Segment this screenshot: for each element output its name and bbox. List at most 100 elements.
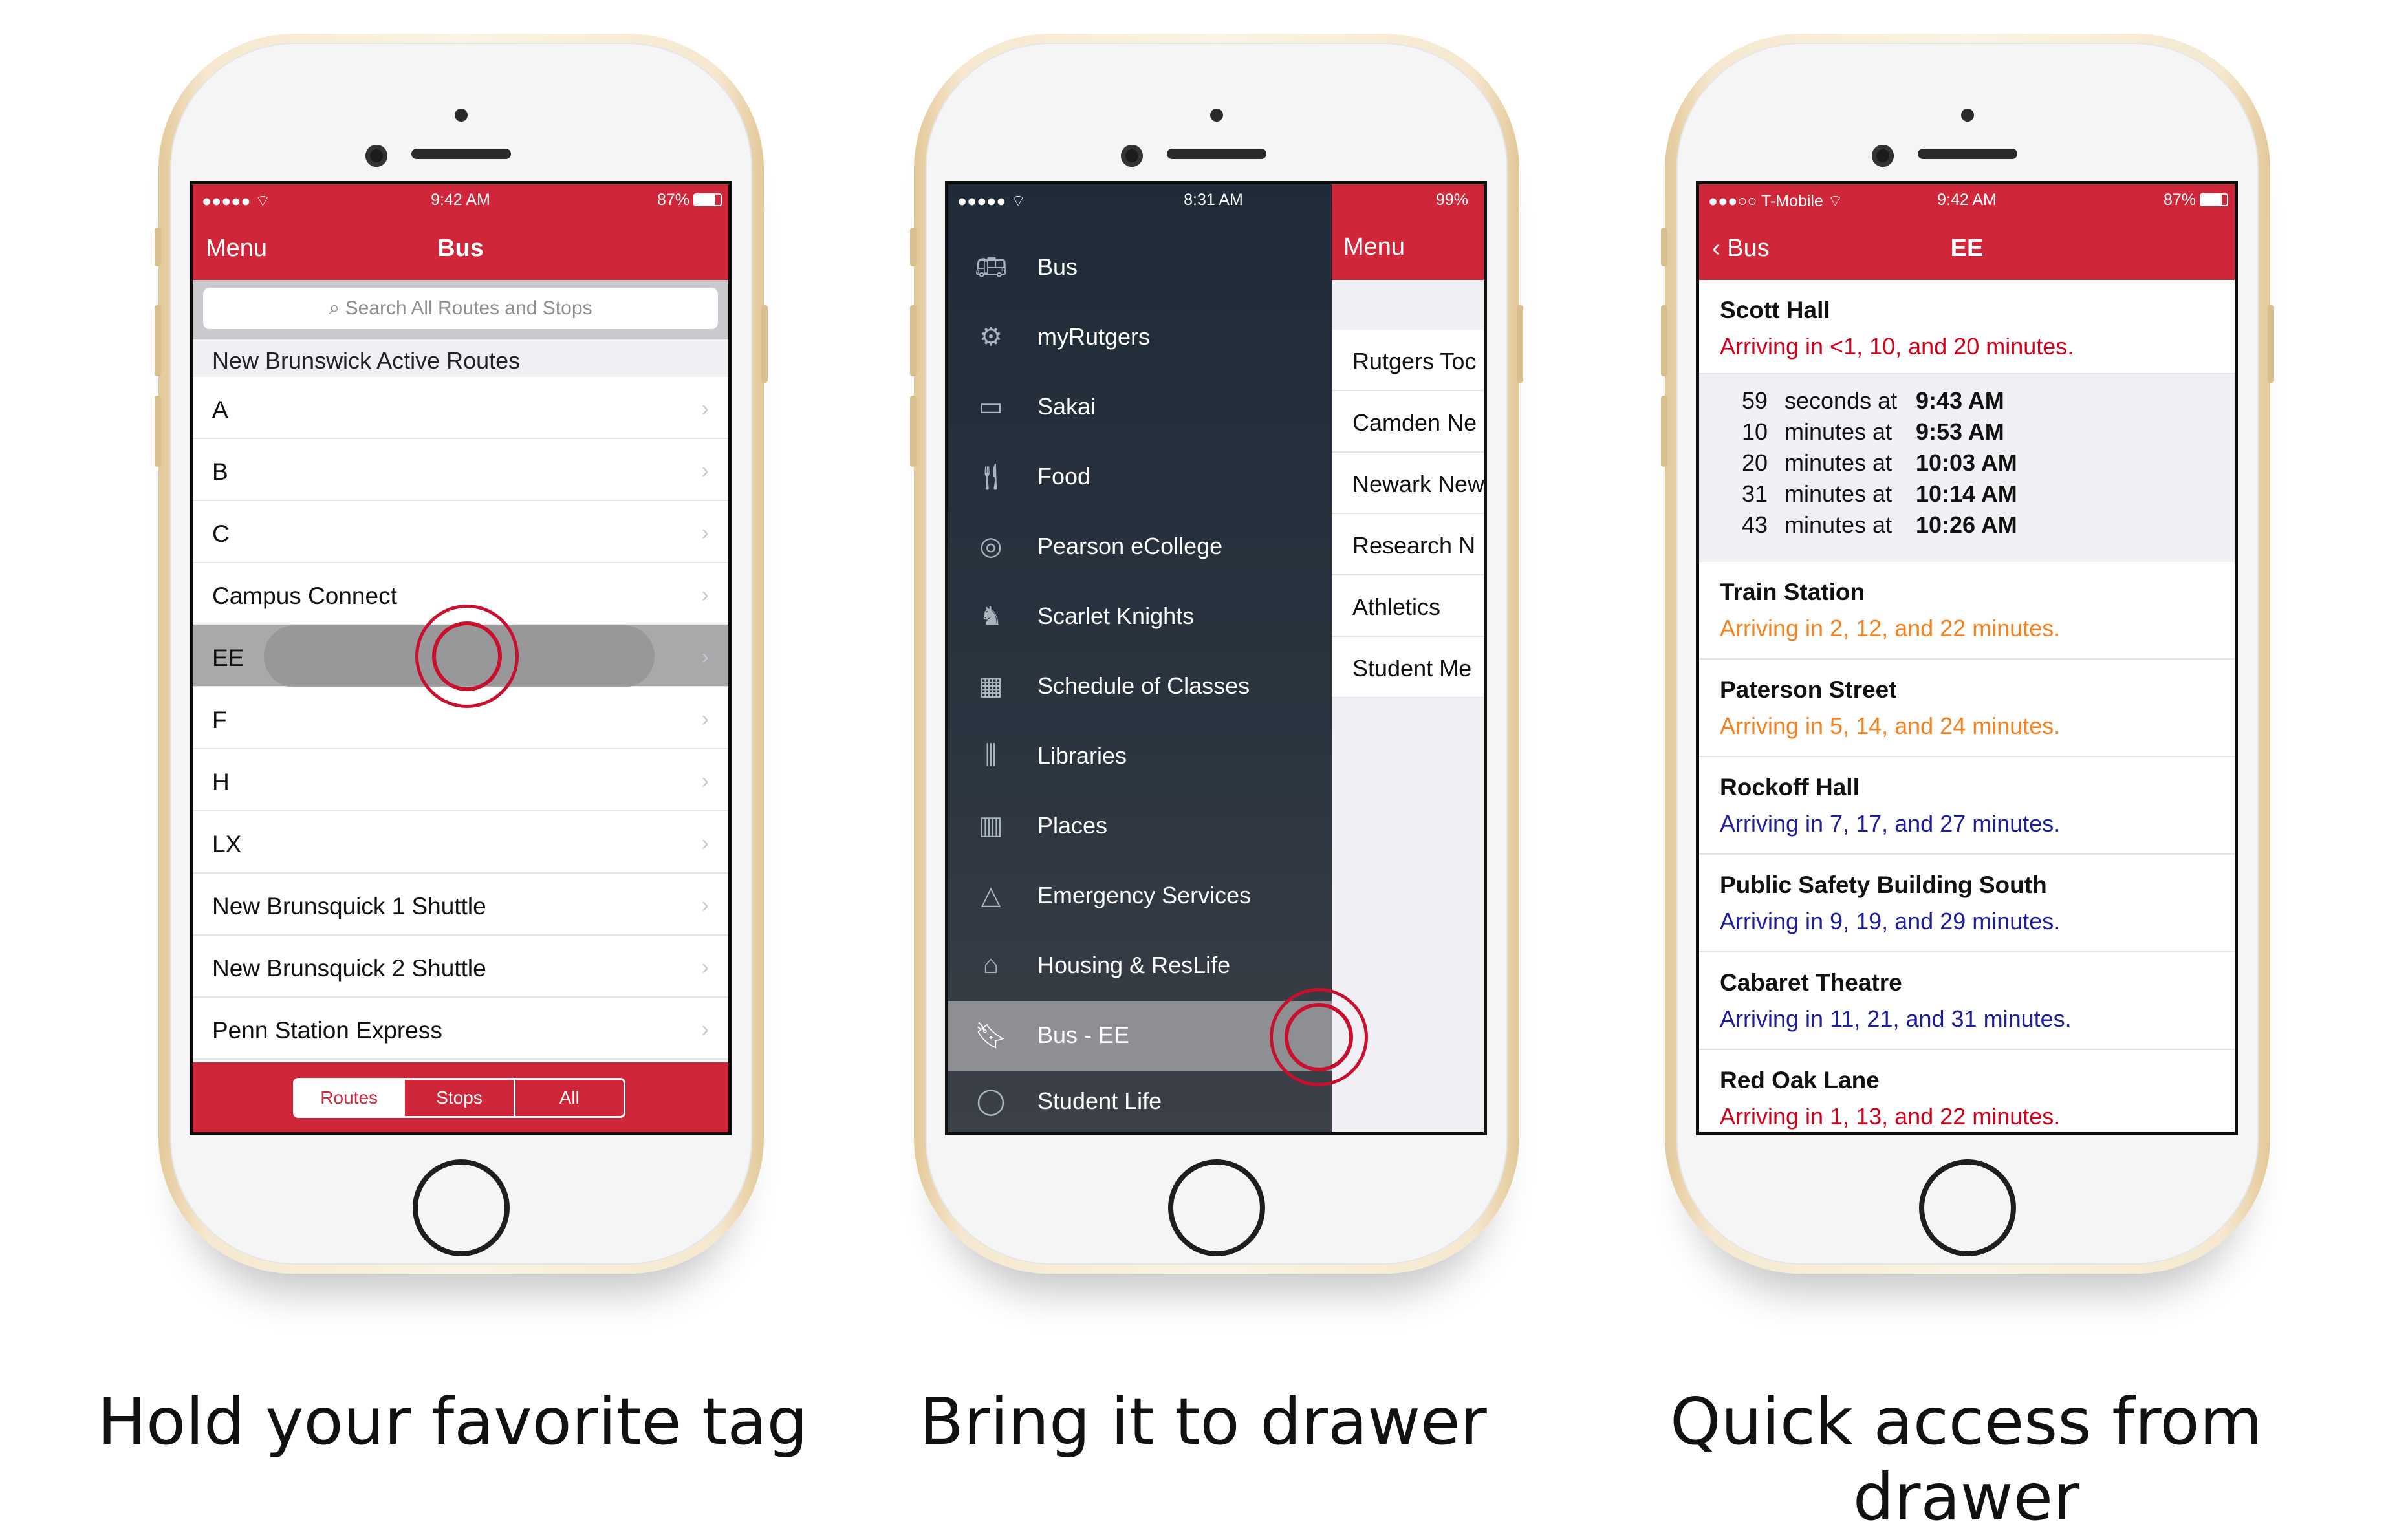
list-item[interactable]: Rutgers Toc — [1332, 330, 1484, 391]
stop-name: Public Safety Building South — [1720, 872, 2047, 898]
signal-indicator: ●●●●● ⌔ — [957, 192, 1026, 210]
list-item[interactable]: Newark New — [1332, 453, 1484, 514]
routes-list: A › B › C › Campus Connect › EE › F › H › LX › N… — [193, 377, 728, 1060]
screen-route-ee: ●●●○○ T-Mobile ⌔ 9:42 AM 87% ‹ Bus EE Sc… — [1696, 181, 2238, 1135]
drawer-item-myrutgers[interactable]: ⚙ myRutgers — [948, 303, 1332, 372]
drawer-item-bus[interactable]: 🚌︎ Bus — [948, 233, 1332, 303]
stop-arrival: Arriving in 7, 17, and 27 minutes. — [1720, 810, 2061, 837]
menu-button[interactable]: Menu — [1343, 233, 1405, 261]
stop-row[interactable]: Rockoff Hall Arriving in 7, 17, and 27 m… — [1699, 757, 2235, 855]
tab-routes[interactable]: Routes — [295, 1080, 404, 1116]
phone-3: ●●●○○ T-Mobile ⌔ 9:42 AM 87% ‹ Bus EE Sc… — [1661, 34, 2274, 1274]
proximity-sensor — [1210, 109, 1223, 122]
drawer-item-food[interactable]: 🍴︎ Food — [948, 442, 1332, 512]
search-input[interactable]: ⌕ Search All Routes and Stops — [203, 288, 718, 329]
drawer-item-libraries[interactable]: ⫼ Libraries — [948, 722, 1332, 791]
drawer-item-pearson[interactable]: ◎ Pearson eCollege — [948, 512, 1332, 582]
screen-drawer: 99% Menu Rutgers Toc Camden Ne Newark Ne… — [945, 181, 1487, 1135]
route-label: EE — [212, 645, 244, 671]
battery-percent: 87% — [2163, 191, 2196, 209]
route-row[interactable]: F › — [193, 687, 728, 749]
route-row[interactable]: A › — [193, 377, 728, 439]
tab-all[interactable]: All — [513, 1080, 624, 1116]
stop-row[interactable]: Train Station Arriving in 2, 12, and 22 … — [1699, 562, 2235, 660]
stop-name: Train Station — [1720, 579, 1865, 605]
list-item[interactable]: Athletics — [1332, 575, 1484, 637]
screen-bus-routes: ●●●●● ⌔ 9:42 AM 87% Menu Bus ⌕ Search Al… — [190, 181, 732, 1135]
drawer-item-student-life[interactable]: ◯ Student Life — [948, 1067, 1332, 1132]
front-camera — [1872, 145, 1894, 167]
route-label: H — [212, 769, 230, 795]
battery-icon — [2200, 193, 2228, 206]
stop-row[interactable]: Scott Hall Arriving in <1, 10, and 20 mi… — [1699, 280, 2235, 374]
mute-switch — [1661, 228, 1667, 266]
stop-row[interactable]: Cabaret Theatre Arriving in 11, 21, and … — [1699, 952, 2235, 1050]
status-bar: ●●●●● ⌔ 9:42 AM 87% — [193, 184, 728, 217]
front-camera — [365, 145, 387, 167]
volume-up-button — [155, 305, 161, 376]
segmented-control: Routes Stops All — [293, 1078, 625, 1118]
drawer-item-schedule[interactable]: ▦ Schedule of Classes — [948, 652, 1332, 722]
caption-hold: Hold your favorite tag — [97, 1384, 808, 1459]
chevron-right-icon: › — [701, 521, 709, 545]
chevron-right-icon: › — [701, 583, 709, 607]
stop-name: Paterson Street — [1720, 676, 1897, 703]
chevron-right-icon: › — [701, 458, 709, 483]
front-camera — [1121, 145, 1143, 167]
route-row[interactable]: New Brunsquick 2 Shuttle › — [193, 936, 728, 998]
pearson-icon: ◎ — [979, 532, 1003, 561]
volume-up-button — [910, 305, 917, 376]
route-label: A — [212, 396, 228, 423]
home-button[interactable] — [413, 1159, 510, 1256]
touch-indicator-inner — [432, 621, 502, 691]
route-label: C — [212, 521, 230, 547]
chevron-right-icon: › — [701, 893, 709, 918]
battery-icon — [693, 193, 722, 206]
chevron-right-icon: › — [701, 1017, 709, 1042]
schedule-row: 59 seconds at 9:43 AM — [1742, 387, 2004, 414]
stop-row[interactable]: Paterson Street Arriving in 5, 14, and 2… — [1699, 660, 2235, 757]
route-row[interactable]: LX › — [193, 811, 728, 874]
nav-title: Bus — [437, 235, 484, 262]
stop-arrival: Arriving in <1, 10, and 20 minutes. — [1720, 333, 2074, 360]
chevron-right-icon: › — [701, 396, 709, 421]
tab-stops[interactable]: Stops — [403, 1080, 513, 1116]
main-content-peek: 99% Menu Rutgers Toc Camden Ne Newark Ne… — [1332, 184, 1484, 1132]
stop-row[interactable]: Red Oak Lane Arriving in 1, 13, and 22 m… — [1699, 1050, 2235, 1132]
schedule-row: 20 minutes at 10:03 AM — [1742, 449, 2017, 476]
drawer-item-places[interactable]: ▥ Places — [948, 791, 1332, 861]
route-row[interactable]: B › — [193, 439, 728, 501]
volume-down-button — [1661, 396, 1667, 467]
earpiece-speaker — [1918, 149, 2017, 159]
search-bar: ⌕ Search All Routes and Stops — [193, 280, 728, 339]
route-label: B — [212, 458, 228, 485]
status-time: 9:42 AM — [431, 191, 490, 209]
route-row[interactable]: C › — [193, 501, 728, 563]
chevron-right-icon: › — [701, 707, 709, 731]
caption-quick-access: Quick access from drawer — [1669, 1384, 2262, 1535]
route-row[interactable]: H › — [193, 749, 728, 811]
sakai-icon: ▭ — [979, 392, 1003, 421]
proximity-sensor — [455, 109, 468, 122]
drawer-item-sakai[interactable]: ▭ Sakai — [948, 372, 1332, 442]
drawer-item-scarlet-knights[interactable]: ♞ Scarlet Knights — [948, 582, 1332, 652]
schedule-row: 43 minutes at 10:26 AM — [1742, 511, 2017, 538]
home-button[interactable] — [1168, 1159, 1265, 1256]
route-row[interactable]: Penn Station Express › — [193, 998, 728, 1060]
list-item[interactable]: Student Me — [1332, 637, 1484, 698]
search-icon: ⌕ — [329, 297, 345, 319]
route-row-held[interactable]: EE › — [193, 605, 728, 708]
route-label: Penn Station Express — [212, 1017, 442, 1044]
drawer-item-emergency[interactable]: △ Emergency Services — [948, 861, 1332, 931]
nav-bar: ‹ Bus EE — [1699, 217, 2235, 280]
caption-bring: Bring it to drawer — [919, 1384, 1487, 1459]
stop-arrival: Arriving in 2, 12, and 22 minutes. — [1720, 615, 2061, 641]
route-row[interactable]: New Brunsquick 1 Shuttle › — [193, 874, 728, 936]
stop-row[interactable]: Public Safety Building South Arriving in… — [1699, 855, 2235, 952]
power-button — [1517, 305, 1523, 383]
news-list: Rutgers Toc Camden Ne Newark New Researc… — [1332, 330, 1484, 698]
home-button[interactable] — [1919, 1159, 2016, 1256]
list-item[interactable]: Camden Ne — [1332, 391, 1484, 453]
drawer-item-housing[interactable]: ⌂ Housing & ResLife — [948, 931, 1332, 1001]
list-item[interactable]: Research N — [1332, 514, 1484, 575]
